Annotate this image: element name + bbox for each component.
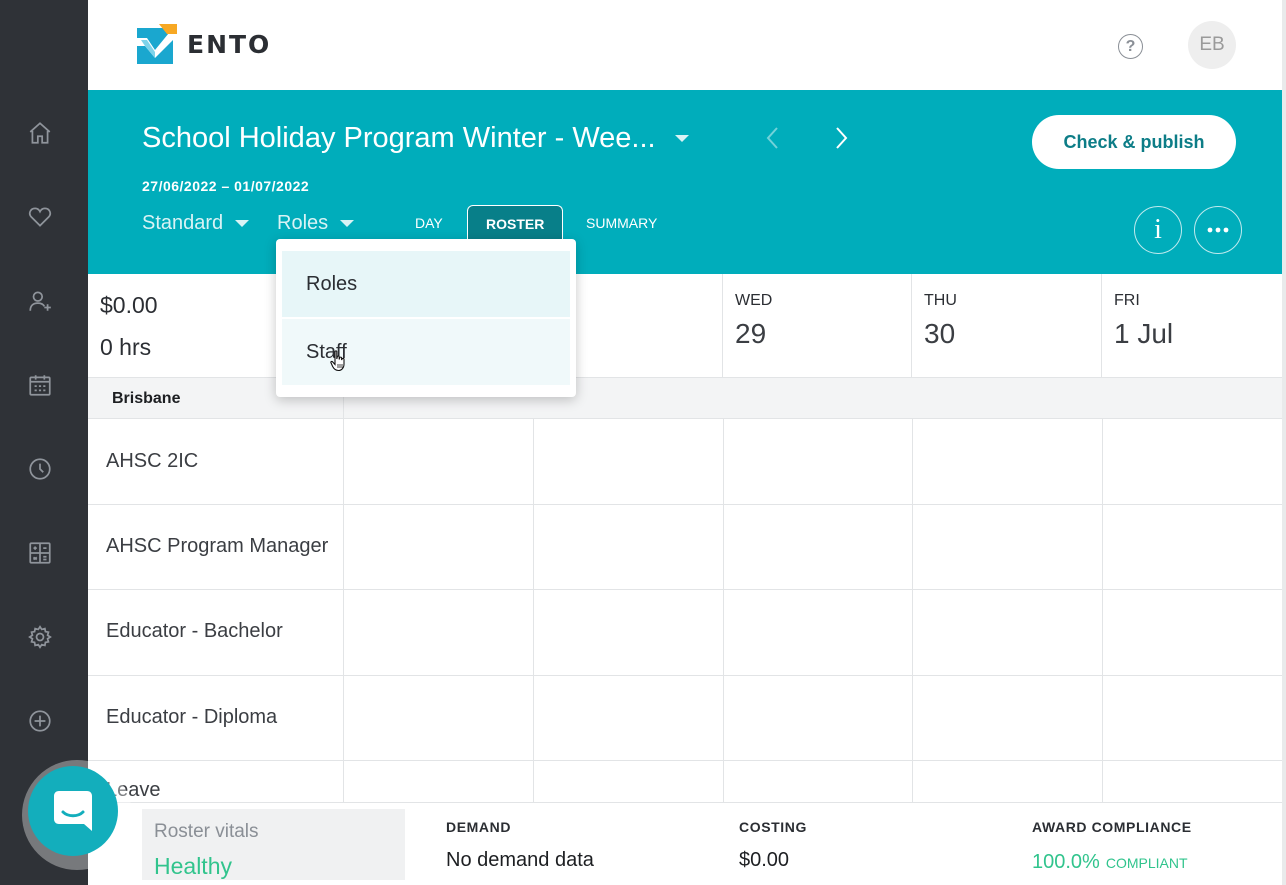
date-range: 27/06/2022 – 01/07/2022 (142, 178, 310, 194)
table-row[interactable]: AHSC Program Manager (88, 505, 1282, 590)
tab-day[interactable]: DAY (397, 205, 461, 241)
home-icon[interactable] (26, 119, 54, 147)
roster-title[interactable]: School Holiday Program Winter - Wee... (142, 122, 656, 155)
previous-week-icon[interactable] (762, 126, 784, 150)
day-header[interactable]: THU 30 (912, 274, 1102, 377)
table-row[interactable]: Educator - Diploma (88, 676, 1282, 761)
roster-grid: $0.00 0 hrs E 8 WED 29 THU 30 FRI 1 Jul … (88, 274, 1282, 802)
day-name: THU (924, 292, 957, 309)
roster-header: School Holiday Program Winter - Wee... 2… (88, 90, 1282, 274)
day-number: 30 (924, 318, 956, 349)
day-header[interactable]: WED 29 (723, 274, 912, 377)
sidebar (0, 0, 88, 885)
chevron-down-icon (340, 220, 355, 227)
compliance-status: COMPLIANT (1105, 855, 1188, 871)
next-week-icon[interactable] (830, 126, 852, 150)
total-hours: 0 hrs (100, 334, 152, 360)
role-name: Educator - Bachelor (106, 620, 283, 642)
demand-value: No demand data (446, 849, 594, 871)
demand-label: DEMAND (446, 819, 512, 835)
gear-icon[interactable] (26, 623, 54, 651)
table-row[interactable]: AHSC 2IC (88, 419, 1282, 505)
check-publish-button[interactable]: Check & publish (1032, 115, 1236, 169)
scrollbar[interactable] (1282, 0, 1286, 885)
info-button[interactable]: i (1134, 206, 1182, 254)
more-dots-icon (1207, 227, 1229, 233)
heart-icon[interactable] (26, 203, 54, 231)
roster-vitals-bar: Roster vitals Healthy DEMAND No demand d… (88, 802, 1282, 885)
group-by-value: Roles (277, 212, 329, 234)
question-circle-icon[interactable]: ? (1118, 34, 1143, 59)
ento-logo[interactable]: ENTO (137, 24, 271, 64)
location-group-row[interactable]: Brisbane (88, 377, 1282, 420)
day-number: 29 (735, 318, 767, 349)
dropdown-option-staff[interactable]: Staff (282, 319, 570, 385)
plus-circle-icon[interactable] (26, 707, 54, 735)
vitals-label: Roster vitals (154, 821, 259, 842)
more-options-button[interactable] (1194, 206, 1242, 254)
add-user-icon[interactable] (26, 287, 54, 315)
roster-vitals-panel[interactable]: Roster vitals Healthy (142, 809, 405, 880)
calendar-icon[interactable] (26, 371, 54, 399)
top-bar: ENTO ? EB (88, 0, 1282, 90)
chat-launcher-button[interactable] (28, 766, 118, 856)
total-cost: $0.00 (100, 292, 158, 318)
tab-roster[interactable]: ROSTER (467, 205, 564, 241)
vitals-status: Healthy (154, 853, 232, 879)
compliance-percent: 100.0% (1032, 851, 1100, 873)
role-name: AHSC 2IC (106, 450, 199, 472)
day-name: WED (735, 292, 773, 309)
group-by-select[interactable]: Roles (277, 212, 355, 235)
tab-summary[interactable]: SUMMARY (568, 205, 675, 241)
costing-value: $0.00 (739, 849, 790, 871)
table-row[interactable]: Leave (88, 761, 1282, 802)
chevron-down-icon (235, 220, 250, 227)
day-name: FRI (1114, 292, 1140, 309)
role-name: Educator - Diploma (106, 706, 278, 728)
avatar[interactable]: EB (1188, 21, 1236, 69)
clock-icon[interactable] (26, 455, 54, 483)
view-mode-value: Standard (142, 212, 224, 234)
app-name: ENTO (187, 29, 272, 59)
group-by-dropdown: Roles Staff (276, 239, 576, 397)
dropdown-option-roles[interactable]: Roles (282, 251, 570, 317)
calculator-icon[interactable] (26, 539, 54, 567)
view-mode-select[interactable]: Standard (142, 212, 250, 235)
location-name: Brisbane (112, 390, 181, 407)
table-row[interactable]: Educator - Bachelor (88, 590, 1282, 676)
hand-cursor-icon (330, 350, 345, 372)
role-name: AHSC Program Manager (106, 535, 329, 557)
chat-icon (54, 791, 92, 831)
chevron-down-icon[interactable] (675, 135, 689, 142)
ento-logo-mark (137, 24, 177, 64)
costing-label: COSTING (739, 819, 807, 835)
compliance-label: AWARD COMPLIANCE (1032, 819, 1192, 835)
day-number: 1 Jul (1114, 318, 1174, 349)
main-panel: ENTO ? EB School Holiday Program Winter … (88, 0, 1282, 885)
day-header[interactable]: FRI 1 Jul (1102, 274, 1282, 377)
compliance-value[interactable]: 100.0% COMPLIANT (1032, 851, 1188, 874)
